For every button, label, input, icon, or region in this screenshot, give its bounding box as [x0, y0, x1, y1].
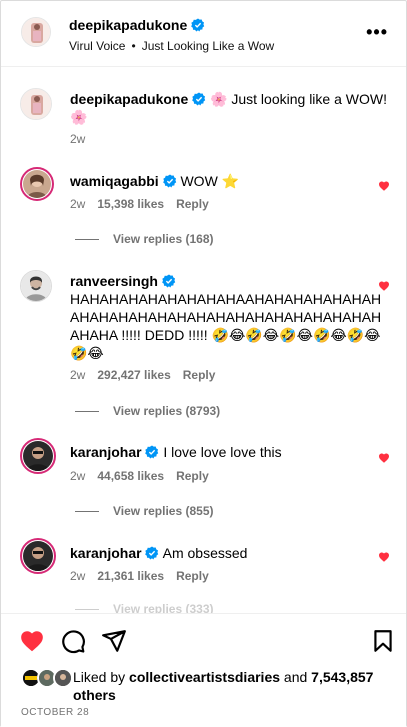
- replies-divider: [75, 608, 99, 610]
- comment-item: ranveersingh HAHAHAHAHAHAHAHAHAAHAHAHAHA…: [20, 270, 390, 390]
- comment-meta: 2w 44,658 likes Reply: [70, 469, 209, 483]
- view-replies-label[interactable]: View replies (168): [113, 232, 214, 246]
- like-comment-heart-icon[interactable]: [378, 180, 390, 192]
- action-bar: Liked by collectiveartistsdiaries and 7,…: [1, 613, 406, 727]
- comment-likes[interactable]: 21,361 likes: [97, 569, 164, 583]
- author-avatar[interactable]: [21, 17, 51, 47]
- like-comment-heart-icon[interactable]: [378, 452, 390, 464]
- comment-item: karanjohar Am obsessed 2w 21,361 likes R…: [20, 538, 390, 608]
- comment-body: WOW ⭐: [180, 173, 240, 189]
- comment-meta: 2w 292,427 likes Reply: [70, 368, 215, 382]
- comment-text: karanjohar Am obsessed: [70, 544, 390, 562]
- like-comment-heart-icon[interactable]: [378, 551, 390, 563]
- comment-likes[interactable]: 292,427 likes: [97, 368, 170, 382]
- verified-icon: [191, 18, 205, 32]
- liked-by-and: and: [283, 669, 308, 685]
- comment-meta: 2w 21,361 likes Reply: [70, 569, 209, 583]
- caption-text: deepikapadukone 🌸 Just looking like a WO…: [70, 90, 390, 126]
- author-username[interactable]: deepikapadukone: [69, 17, 187, 33]
- reply-button[interactable]: Reply: [183, 368, 216, 382]
- song-name[interactable]: Just Looking Like a Wow: [142, 39, 275, 53]
- verified-icon: [145, 445, 159, 459]
- reply-button[interactable]: Reply: [176, 469, 209, 483]
- view-replies-label[interactable]: View replies (8793): [113, 404, 220, 418]
- comment-body: I love love love this: [163, 444, 282, 460]
- replies-divider: [75, 510, 99, 512]
- author-username-row[interactable]: deepikapadukone: [69, 17, 205, 33]
- commenter-avatar[interactable]: [20, 538, 56, 574]
- caption-time[interactable]: 2w: [70, 132, 85, 146]
- comment-body: HAHAHAHAHAHAHAHAHAAHAHAHAHAHAHAHAHAHAHAH…: [70, 291, 382, 361]
- reply-button[interactable]: Reply: [176, 197, 209, 211]
- post-date[interactable]: OCTOBER 28: [21, 707, 89, 718]
- audio-name[interactable]: Virul Voice: [69, 39, 125, 53]
- liked-by-prefix: Liked by: [73, 669, 126, 685]
- verified-icon: [162, 274, 176, 288]
- caption-meta: 2w: [70, 132, 85, 146]
- bookmark-icon[interactable]: [370, 628, 396, 654]
- audio-separator: •: [131, 39, 136, 53]
- reply-button[interactable]: Reply: [176, 569, 209, 583]
- comment-item: karanjohar I love love love this 2w 44,6…: [20, 436, 390, 506]
- audio-row[interactable]: Virul Voice • Just Looking Like a Wow: [69, 39, 274, 53]
- liker-avatar[interactable]: [53, 668, 73, 688]
- verified-icon: [145, 546, 159, 560]
- comment-time[interactable]: 2w: [70, 469, 85, 483]
- comment-text: ranveersingh HAHAHAHAHAHAHAHAHAAHAHAHAHA…: [70, 272, 390, 362]
- commenter-avatar[interactable]: [20, 438, 56, 474]
- verified-icon: [162, 174, 176, 188]
- view-replies-label[interactable]: View replies (855): [113, 504, 214, 518]
- like-comment-heart-icon[interactable]: [378, 280, 390, 292]
- liked-by-user[interactable]: collectiveartistsdiaries: [129, 669, 280, 685]
- view-replies-button[interactable]: View replies (8793): [75, 404, 220, 418]
- post-header: deepikapadukone Virul Voice • Just Looki…: [1, 1, 406, 67]
- comment-likes[interactable]: 15,398 likes: [97, 197, 164, 211]
- view-replies-button[interactable]: View replies (855): [75, 504, 214, 518]
- replies-divider: [75, 410, 99, 412]
- comment-meta: 2w 15,398 likes Reply: [70, 197, 209, 211]
- caption-username[interactable]: deepikapadukone: [70, 91, 188, 107]
- liked-by-count[interactable]: 7,543,857: [311, 669, 373, 685]
- comment-text: wamiqagabbi WOW ⭐: [70, 172, 390, 190]
- commenter-username[interactable]: karanjohar: [70, 444, 142, 460]
- comment-time[interactable]: 2w: [70, 197, 85, 211]
- comment-time[interactable]: 2w: [70, 368, 85, 382]
- liked-by-row: Liked by collectiveartistsdiaries and 7,…: [21, 668, 407, 704]
- comment-body: Am obsessed: [162, 545, 248, 561]
- comment-time[interactable]: 2w: [70, 569, 85, 583]
- replies-divider: [75, 238, 99, 240]
- liked-by-text: Liked by collectiveartistsdiaries and 7,…: [73, 668, 407, 704]
- heart-icon[interactable]: [19, 628, 45, 654]
- verified-icon: [192, 92, 206, 106]
- commenter-username[interactable]: wamiqagabbi: [70, 173, 159, 189]
- comment-text: karanjohar I love love love this: [70, 443, 390, 461]
- caption-avatar[interactable]: [20, 88, 52, 120]
- view-replies-button[interactable]: View replies (168): [75, 232, 214, 246]
- caption: deepikapadukone 🌸 Just looking like a WO…: [20, 86, 390, 146]
- commenter-username[interactable]: karanjohar: [70, 545, 142, 561]
- share-icon[interactable]: [101, 628, 127, 654]
- more-options-icon[interactable]: •••: [366, 23, 388, 41]
- commenter-username[interactable]: ranveersingh: [70, 273, 158, 289]
- commenter-avatar[interactable]: [20, 167, 54, 201]
- comment-likes[interactable]: 44,658 likes: [97, 469, 164, 483]
- liker-avatars: [21, 668, 73, 688]
- comment-icon[interactable]: [60, 628, 86, 654]
- commenter-avatar[interactable]: [20, 270, 52, 302]
- liked-by-others[interactable]: others: [73, 687, 116, 703]
